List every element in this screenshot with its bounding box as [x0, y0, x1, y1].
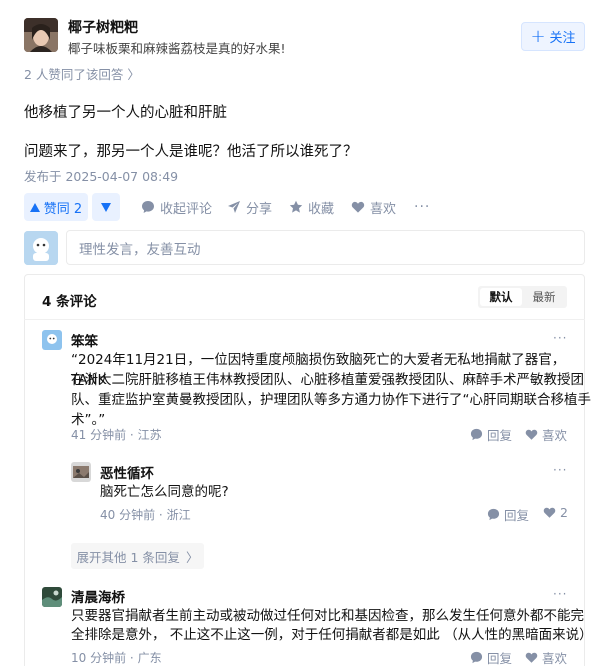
meta-separator: ·	[158, 508, 167, 522]
comment-bubble-icon	[142, 201, 154, 213]
sort-newest-button[interactable]: 最新	[524, 288, 564, 306]
publish-time: 发布于 2025-04-07 08:49	[24, 169, 179, 184]
reply-button[interactable]: 回复	[470, 648, 512, 666]
comment-like-count: 2	[560, 505, 568, 520]
reply-label: 回复	[504, 508, 530, 523]
comment-text-line: 在浙大二院肝脏移植王伟林教授团队、心脏移植董爱强教授团队、麻醉手术严敏教授团	[71, 372, 584, 388]
reply-label: 回复	[487, 651, 513, 666]
comment-username[interactable]: 笨笨	[71, 330, 98, 350]
comment-more-icon[interactable]: ···	[553, 331, 567, 345]
comment-meta: 10 分钟前 · 广东	[71, 649, 162, 666]
comment-text: 脑死亡怎么同意的呢?	[100, 484, 229, 500]
downvote-button[interactable]	[92, 193, 120, 221]
heart-icon	[525, 652, 538, 663]
comment-time: 40 分钟前	[100, 508, 156, 522]
comment-like-button[interactable]: 喜欢	[525, 425, 567, 444]
comment-like-button[interactable]: 喜欢	[525, 648, 567, 666]
heart-icon	[525, 429, 538, 440]
comment-text-line: 全排除是意外， 不止这不止这一例，对于任何捐献者都是如此 （从人性的黑暗面来说）	[71, 627, 593, 643]
share-arrow-icon	[228, 201, 240, 213]
answer-paragraph-1: 他移植了另一个人的心脏和肝脏	[24, 105, 227, 121]
comment-bubble-icon	[487, 508, 500, 521]
heart-icon	[543, 507, 556, 518]
divider	[24, 319, 585, 320]
upvote-button[interactable]: 赞同 2	[24, 193, 88, 221]
collapse-comments-button[interactable]: 收起评论	[141, 193, 212, 221]
comment-text-line: 队、重症监护室黄曼教授团队，护理团队等多方通力协作下进行了“心肝同期联合移植手	[71, 392, 591, 408]
comment-more-icon[interactable]: ···	[553, 463, 567, 477]
comment-meta: 41 分钟前 · 江苏	[71, 426, 162, 443]
follow-button[interactable]: + 关注	[521, 22, 585, 51]
comment-location: 广东	[137, 651, 162, 665]
comment-username[interactable]: 恶性循环	[100, 462, 154, 482]
star-icon	[289, 200, 303, 213]
more-icon[interactable]: ···	[414, 193, 430, 221]
expand-replies-label: 展开其他 1 条回复	[76, 549, 180, 565]
like-button[interactable]: 喜欢	[351, 193, 396, 221]
voters-link[interactable]: 2 人赞同了该回答 〉	[24, 64, 140, 83]
triangle-down-icon	[101, 202, 111, 212]
comment-time: 41 分钟前	[71, 428, 127, 442]
heart-icon	[351, 201, 365, 213]
collapse-comments-label: 收起评论	[160, 201, 213, 217]
comment-avatar[interactable]	[71, 462, 91, 482]
comment-more-icon[interactable]: ···	[553, 587, 567, 601]
reply-button[interactable]: 回复	[487, 505, 529, 524]
like-label: 喜欢	[370, 201, 397, 217]
chevron-right-icon: 〉	[185, 549, 199, 565]
expand-replies-button[interactable]: 展开其他 1 条回复 〉	[71, 543, 204, 569]
comment-like-button[interactable]: 2	[543, 505, 568, 520]
upvote-label: 赞同 2	[43, 201, 83, 217]
meta-separator: ·	[129, 651, 138, 665]
my-avatar	[24, 231, 58, 265]
comment-username[interactable]: 清晨海桥	[71, 586, 125, 606]
reply-button[interactable]: 回复	[470, 425, 512, 444]
answer-paragraph-2: 问题来了，那另一个人是谁呢？他活了所以谁死了？	[24, 144, 358, 160]
author-avatar[interactable]	[24, 18, 58, 52]
plus-icon: +	[530, 25, 546, 47]
comment-meta: 40 分钟前 · 浙江	[100, 506, 191, 523]
share-label: 分享	[246, 201, 273, 217]
comment-input[interactable]: 理性发言，友善互动	[66, 230, 585, 265]
follow-label: 关注	[549, 31, 576, 46]
comment-location: 江苏	[137, 428, 162, 442]
comment-avatar[interactable]	[42, 330, 62, 350]
share-button[interactable]: 分享	[227, 193, 272, 221]
sort-default-button[interactable]: 默认	[480, 288, 522, 306]
comment-bubble-icon	[470, 651, 483, 664]
comment-like-label: 喜欢	[542, 428, 568, 443]
reply-label: 回复	[487, 428, 513, 443]
comment-like-label: 喜欢	[542, 651, 568, 666]
comment-bubble-icon	[470, 428, 483, 441]
comment-location: 浙江	[166, 508, 191, 522]
author-name[interactable]: 椰子树粑粑	[68, 17, 138, 37]
favorite-button[interactable]: 收藏	[289, 193, 334, 221]
author-bio: 椰子味板栗和麻辣酱荔枝是真的好水果!	[68, 41, 286, 56]
comments-count: 4 条评论	[42, 294, 97, 310]
comment-input-placeholder: 理性发言，友善互动	[79, 241, 201, 258]
triangle-up-icon	[29, 202, 40, 212]
comment-avatar[interactable]	[42, 587, 62, 607]
comment-text-line: 只要器官捐献者生前主动或被动做过任何对比和基因检查，那么发生任何意外都不能完	[71, 608, 584, 624]
favorite-label: 收藏	[308, 201, 335, 217]
comment-time: 10 分钟前	[71, 651, 127, 665]
meta-separator: ·	[129, 428, 138, 442]
